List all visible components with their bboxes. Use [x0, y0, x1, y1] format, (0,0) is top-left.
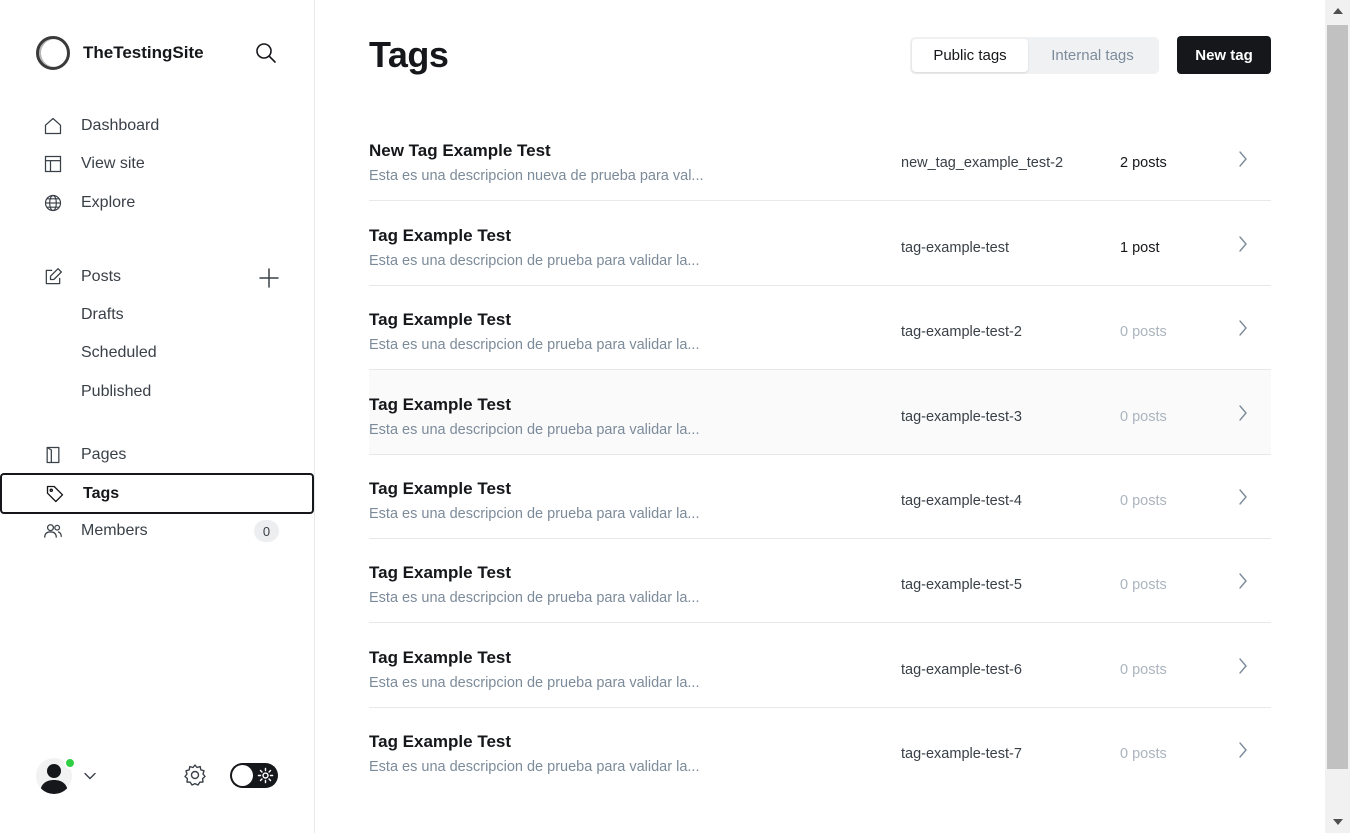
tag-description: Esta es una descripcion de prueba para v… — [369, 422, 700, 438]
nav-view-site[interactable]: View site — [0, 145, 314, 183]
globe-icon — [42, 192, 64, 214]
tag-type-tabs: Public tags Internal tags — [910, 37, 1159, 74]
nav-dashboard[interactable]: Dashboard — [0, 107, 314, 145]
tag-description: Esta es una descripcion nueva de prueba … — [369, 168, 704, 184]
tag-slug: tag-example-test-4 — [901, 493, 1022, 509]
chevron-right-icon — [1239, 405, 1247, 421]
tag-slug: tag-example-test-7 — [901, 746, 1022, 762]
chevron-right-icon — [1239, 489, 1247, 505]
brand[interactable]: TheTestingSite — [36, 36, 204, 70]
chevron-right-icon — [1239, 151, 1247, 167]
chevron-right-icon — [1239, 658, 1247, 674]
nav-view-site-label: View site — [81, 155, 145, 172]
nav-members-label: Members — [81, 522, 148, 539]
tag-description: Esta es una descripcion de prueba para v… — [369, 759, 700, 775]
sidebar: TheTestingSite Dashboard View site Explo… — [0, 0, 315, 833]
tag-name: Tag Example Test — [369, 310, 512, 329]
tag-row[interactable]: Tag Example Test Esta es una descripcion… — [369, 454, 1271, 539]
page-title: Tags — [369, 34, 449, 75]
tag-name: Tag Example Test — [369, 732, 512, 751]
tag-slug: tag-example-test-2 — [901, 324, 1022, 340]
tag-post-count: 0 posts — [1120, 409, 1167, 425]
nav-explore-label: Explore — [81, 194, 136, 211]
tag-row[interactable]: Tag Example Test Esta es una descripcion… — [369, 285, 1271, 370]
tag-description: Esta es una descripcion de prueba para v… — [369, 253, 700, 269]
tag-description: Esta es una descripcion de prueba para v… — [369, 337, 700, 353]
chevron-right-icon — [1239, 320, 1247, 336]
tag-name: Tag Example Test — [369, 226, 512, 245]
tag-description: Esta es una descripcion de prueba para v… — [369, 506, 700, 522]
sun-icon — [257, 767, 274, 784]
site-name: TheTestingSite — [83, 43, 204, 62]
tag-slug: tag-example-test — [901, 240, 1009, 256]
nav-pages-label: Pages — [81, 446, 127, 463]
layout-icon — [42, 153, 64, 175]
nav-explore[interactable]: Explore — [0, 184, 314, 222]
chevron-right-icon — [1239, 236, 1247, 252]
triangle-down-icon — [1332, 819, 1343, 825]
tag-post-count: 0 posts — [1120, 324, 1167, 340]
tag-name: Tag Example Test — [369, 479, 512, 498]
chevron-right-icon — [1239, 573, 1247, 589]
tag-slug: tag-example-test-6 — [901, 662, 1022, 678]
new-tag-button[interactable]: New tag — [1177, 36, 1271, 74]
tag-slug: new_tag_example_test-2 — [901, 155, 1064, 171]
tag-slug: tag-example-test-3 — [901, 409, 1022, 425]
tag-post-count[interactable]: 2 posts — [1120, 155, 1167, 171]
tag-post-count: 0 posts — [1120, 493, 1167, 509]
tag-icon — [44, 483, 66, 505]
tab-internal-tags[interactable]: Internal tags — [1028, 39, 1157, 72]
tab-public-tags[interactable]: Public tags — [912, 39, 1028, 72]
tag-name: Tag Example Test — [369, 395, 512, 414]
chevron-right-icon — [1239, 742, 1247, 758]
tag-post-count[interactable]: 1 post — [1120, 240, 1160, 256]
scrollbar-thumb[interactable] — [1327, 25, 1348, 769]
tag-name: Tag Example Test — [369, 563, 512, 582]
nav-scheduled[interactable]: Scheduled — [81, 344, 157, 362]
chevron-down-icon[interactable] — [82, 768, 98, 784]
tag-row[interactable]: Tag Example Test Esta es una descripcion… — [369, 623, 1271, 708]
members-count-badge: 0 — [254, 520, 279, 542]
edit-icon — [42, 266, 64, 288]
plus-icon[interactable] — [257, 266, 281, 290]
tag-post-count: 0 posts — [1120, 577, 1167, 593]
tag-row[interactable]: Tag Example Test Esta es una descripcion… — [369, 201, 1271, 286]
nav-tags-label: Tags — [83, 484, 120, 502]
nav-dashboard-label: Dashboard — [81, 117, 160, 134]
site-logo-icon — [36, 36, 70, 70]
scroll-up-button[interactable] — [1325, 0, 1350, 22]
tag-row[interactable]: New Tag Example Test Esta es una descrip… — [369, 116, 1271, 201]
members-icon — [42, 520, 64, 542]
tag-name: Tag Example Test — [369, 648, 512, 667]
home-icon — [42, 115, 64, 137]
tag-slug: tag-example-test-5 — [901, 577, 1022, 593]
nav-published[interactable]: Published — [81, 383, 151, 401]
tag-post-count: 0 posts — [1120, 662, 1167, 678]
triangle-up-icon — [1332, 8, 1343, 14]
nav-drafts[interactable]: Drafts — [81, 306, 124, 324]
tag-post-count: 0 posts — [1120, 746, 1167, 762]
scrollbar[interactable] — [1325, 0, 1350, 833]
toggle-knob — [232, 765, 253, 786]
gear-icon[interactable] — [183, 763, 207, 787]
tag-description: Esta es una descripcion de prueba para v… — [369, 675, 700, 691]
online-status-dot — [64, 757, 76, 769]
tag-name: New Tag Example Test — [369, 141, 551, 160]
tag-row[interactable]: Tag Example Test Esta es una descripcion… — [369, 707, 1271, 792]
tag-description: Esta es una descripcion de prueba para v… — [369, 590, 700, 606]
theme-toggle[interactable] — [230, 763, 278, 788]
page-icon — [42, 444, 64, 466]
tag-row[interactable]: Tag Example Test Esta es una descripcion… — [369, 370, 1271, 455]
nav-posts-label: Posts — [81, 268, 122, 285]
nav-pages[interactable]: Pages — [0, 436, 314, 474]
search-icon[interactable] — [254, 41, 278, 65]
tag-row[interactable]: Tag Example Test Esta es una descripcion… — [369, 538, 1271, 623]
nav-tags[interactable]: Tags — [0, 473, 314, 514]
scroll-down-button[interactable] — [1325, 811, 1350, 833]
